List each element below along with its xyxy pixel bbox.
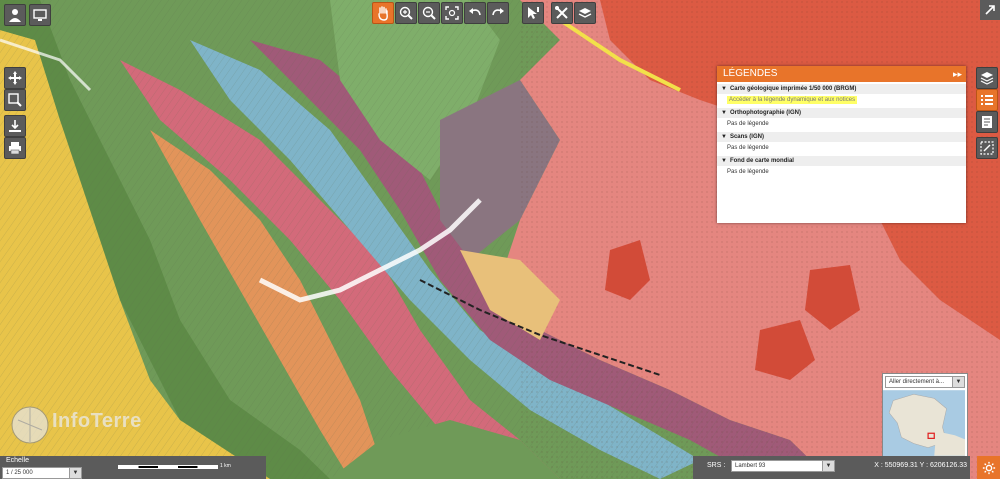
gear-icon: [982, 461, 995, 474]
legend-title: LÉGENDES: [723, 68, 778, 79]
catalog-icon: [982, 116, 992, 128]
tools-icon: [555, 6, 568, 19]
layers-panel-button[interactable]: [976, 67, 998, 89]
redo-icon: [492, 8, 504, 16]
chevron-up-right-icon: [985, 5, 995, 15]
move-arrows-icon: [8, 71, 22, 85]
zoom-in-button[interactable]: [395, 2, 417, 24]
scale-bar-graphic: [118, 465, 218, 469]
catalog-button[interactable]: [976, 111, 998, 133]
zoom-in-icon: [399, 6, 413, 20]
zoom-extent-button[interactable]: [441, 2, 463, 24]
legend-header: LÉGENDES ▸▸: [717, 66, 966, 82]
zoom-out-icon: [422, 6, 436, 20]
stack-icon: [980, 72, 994, 85]
pan-hand-button[interactable]: [372, 2, 394, 24]
pan-arrows-button[interactable]: [4, 67, 26, 89]
legend-collapse-icon[interactable]: ▸▸: [953, 66, 962, 82]
legend-section-header[interactable]: ▼ Orthophotographie (IGN): [717, 108, 966, 118]
legend-no-legend-text: Pas de légende: [727, 145, 769, 151]
scale-select[interactable]: 1 / 25 000 ▼: [2, 467, 82, 479]
zoom-box-icon: [8, 93, 22, 107]
triangle-down-icon: ▼: [721, 158, 727, 164]
undo-icon: [469, 8, 481, 16]
monitor-icon: [33, 9, 47, 21]
coordinates-readout: X : 550969.31 Y : 6206126.33: [874, 462, 967, 469]
triangle-down-icon: ▼: [721, 134, 727, 140]
measure-button[interactable]: [976, 137, 998, 159]
undo-button[interactable]: [464, 2, 486, 24]
hand-icon: [378, 6, 388, 21]
user-icon: [9, 9, 21, 22]
triangle-down-icon: ▼: [721, 110, 727, 116]
printer-icon: [9, 142, 21, 155]
legend-panel-button[interactable]: [976, 89, 998, 111]
triangle-down-icon: ▼: [721, 86, 727, 92]
legend-dynamic-link[interactable]: Accéder à la légende dynamique et aux no…: [727, 96, 858, 104]
measure-icon: [980, 141, 994, 155]
download-button[interactable]: [4, 115, 26, 137]
legend-no-legend-text: Pas de légende: [727, 121, 769, 127]
legend-section-geology: ▼ Carte géologique imprimée 1/50 000 (BRG…: [717, 84, 966, 106]
minimap-map: [883, 390, 965, 456]
legend-section-scans: ▼ Scans (IGN) Pas de légende: [717, 132, 966, 154]
legend-panel: LÉGENDES ▸▸ ▼ Carte géologique imprimée 1…: [717, 66, 966, 223]
zoom-region-button[interactable]: [4, 89, 26, 111]
collapse-corner[interactable]: [980, 0, 1000, 20]
legend-no-legend-text: Pas de légende: [727, 169, 769, 175]
scale-label: Echelle: [6, 457, 29, 464]
goto-location-input[interactable]: Aller directement à... ▼: [885, 376, 965, 388]
projection-panel: SRS : Lambert 93 ▼ X : 550969.31 Y : 620…: [693, 456, 970, 479]
scale-bar-panel: Echelle 1 / 25 000 ▼ 1 km: [0, 456, 266, 479]
legend-section-header[interactable]: ▼ Fond de carte mondial: [717, 156, 966, 166]
tools-button[interactable]: [551, 2, 573, 24]
print-button[interactable]: [4, 137, 26, 159]
legend-section-world: ▼ Fond de carte mondial Pas de légende: [717, 156, 966, 178]
layers-tool-button[interactable]: [574, 2, 596, 24]
zoom-out-button[interactable]: [418, 2, 440, 24]
screen-button[interactable]: [29, 4, 51, 26]
legend-section-header[interactable]: ▼ Scans (IGN): [717, 132, 966, 142]
chevron-down-icon: ▼: [69, 468, 81, 478]
cursor-info-icon: [528, 7, 539, 19]
list-icon: [981, 95, 993, 105]
layers-icon: [578, 8, 592, 18]
chevron-down-icon: ▼: [822, 461, 834, 471]
logo-text: InfoTerre: [52, 410, 142, 432]
user-button[interactable]: [4, 4, 26, 26]
legend-section-header[interactable]: ▼ Carte géologique imprimée 1/50 000 (BRG…: [717, 84, 966, 94]
srs-select[interactable]: Lambert 93 ▼: [731, 460, 835, 472]
redo-button[interactable]: [487, 2, 509, 24]
overview-minimap[interactable]: Aller directement à... ▼: [882, 373, 968, 457]
info-cursor-button[interactable]: [522, 2, 544, 24]
download-icon: [9, 120, 21, 132]
legend-section-ortho: ▼ Orthophotographie (IGN) Pas de légende: [717, 108, 966, 130]
settings-button[interactable]: [977, 456, 1000, 479]
zoom-extent-icon: [445, 6, 459, 20]
chevron-down-icon: ▼: [952, 377, 964, 387]
scale-bar-label: 1 km: [220, 463, 231, 469]
srs-label: SRS :: [707, 462, 726, 469]
